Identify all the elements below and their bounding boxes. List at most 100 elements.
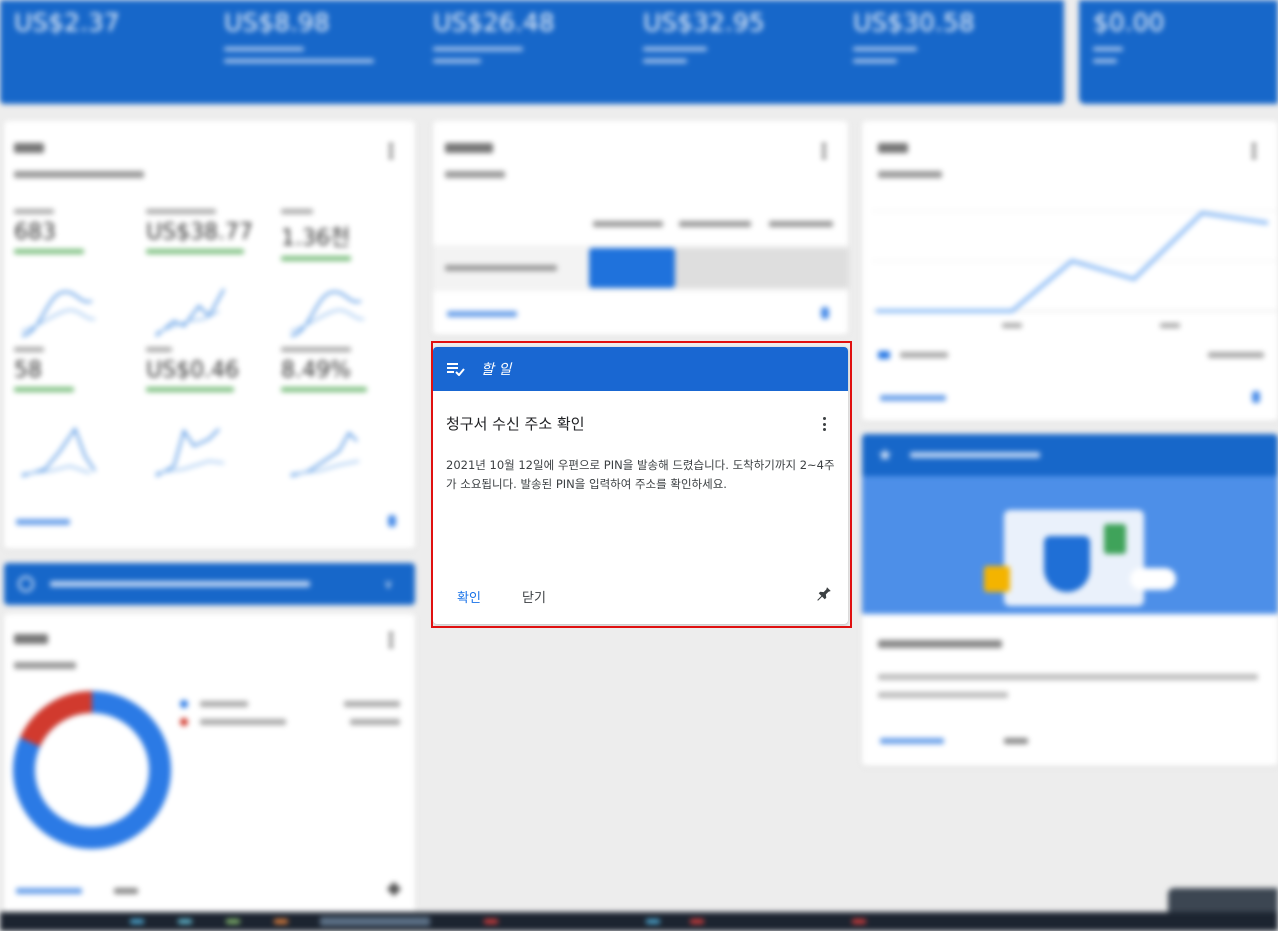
stat-subtext [853, 43, 975, 67]
view-report-link[interactable] [447, 311, 517, 317]
security-illustration [862, 476, 1278, 614]
taskbar-active-window[interactable] [320, 917, 430, 926]
bar-cell [675, 248, 848, 288]
legend-dot-blue [180, 700, 188, 708]
stat-value: US$30.58 [853, 8, 975, 37]
metric-label [146, 209, 216, 214]
date-range-placeholder [14, 171, 144, 178]
site-name [445, 265, 557, 271]
notice-bar[interactable]: ∨ [4, 563, 415, 605]
taskbar-icon[interactable] [484, 919, 498, 924]
stat-value: US$2.37 [14, 8, 120, 37]
metric-5: US$0.46 [146, 347, 239, 392]
security-text [878, 692, 1008, 698]
stat-5: US$30.58 [853, 8, 975, 67]
share-icon[interactable] [1252, 391, 1260, 403]
stat-value: US$32.95 [643, 8, 765, 37]
taskbar-icon[interactable] [274, 919, 288, 924]
x-tick [1002, 323, 1022, 328]
security-header [862, 434, 1278, 476]
card-title-placeholder [445, 143, 493, 153]
metric-value: 8.49% [281, 358, 351, 383]
stat-4: US$32.95 [643, 8, 765, 67]
pin-icon[interactable] [386, 881, 402, 897]
more-vert-icon[interactable] [389, 143, 393, 159]
notice-text [50, 581, 310, 587]
donut-chart [13, 691, 171, 849]
metric-6: 8.49% [281, 347, 367, 392]
legend-value [350, 719, 400, 725]
metric-1: 683 [14, 209, 84, 254]
phone-illustration [1104, 524, 1126, 554]
taskbar-icon[interactable] [646, 919, 660, 924]
stat-value: $0.00 [1093, 8, 1165, 37]
metric-value: US$38.77 [146, 220, 254, 245]
line-chart [872, 210, 1278, 313]
sparkline-5 [155, 428, 225, 477]
taskbar-icon[interactable] [178, 919, 192, 924]
balance-panel: $0.00 [1079, 0, 1278, 104]
legend-value [344, 701, 400, 707]
metric-label [146, 347, 172, 352]
metric-value: 683 [14, 220, 56, 245]
metric-2: US$38.77 [146, 209, 253, 254]
system-tray-popup[interactable] [1168, 888, 1278, 912]
metric-delta [14, 249, 84, 254]
metric-3: 1.36천 [281, 209, 351, 261]
trend-card [862, 121, 1278, 421]
share-icon[interactable] [821, 307, 829, 319]
metric-delta [146, 249, 244, 254]
confirm-link[interactable] [1004, 738, 1028, 744]
metric-4: 58 [14, 347, 74, 392]
metric-value: 1.36천 [281, 226, 351, 251]
bubble-illustration [1130, 568, 1176, 590]
stat-3: US$26.48 [433, 8, 555, 67]
security-card [862, 434, 1278, 766]
sparkline-6 [290, 431, 360, 477]
dismiss-link[interactable] [114, 888, 138, 894]
payments-card [4, 614, 415, 914]
metric-value: US$0.46 [146, 358, 240, 383]
security-text [878, 674, 1258, 680]
stat-value: US$8.98 [224, 8, 330, 37]
learn-more-link[interactable] [880, 738, 944, 744]
view-report-link[interactable] [16, 519, 70, 525]
stat-value: US$26.48 [433, 8, 555, 37]
metric-label [281, 347, 351, 352]
highlight-frame [431, 341, 852, 628]
column-header[interactable] [679, 221, 751, 227]
card-title-placeholder [14, 143, 44, 153]
metric-delta [146, 387, 234, 392]
more-vert-icon[interactable] [389, 632, 393, 648]
share-icon[interactable] [388, 515, 396, 527]
taskbar [0, 888, 1278, 931]
sparkline-3 [290, 290, 365, 337]
taskbar-icon[interactable] [852, 919, 866, 924]
stats-bar: US$2.37 US$8.98 US$26.48 US$32.95 US$30.… [0, 0, 1064, 104]
taskbar-icon[interactable] [226, 919, 240, 924]
metric-delta [14, 387, 74, 392]
more-vert-icon[interactable] [1252, 143, 1256, 159]
stat-1: US$2.37 [14, 8, 120, 37]
star-icon [878, 448, 892, 461]
column-header[interactable] [593, 221, 663, 227]
table-row[interactable] [433, 245, 848, 291]
chevron-down-icon[interactable]: ∨ [384, 577, 393, 591]
taskbar-icon[interactable] [690, 919, 704, 924]
taskbar-icon[interactable] [130, 919, 144, 924]
sparkline-1 [21, 290, 96, 337]
stat-subtext [1093, 43, 1165, 67]
metric-delta [281, 387, 367, 392]
stat-2: US$8.98 [224, 8, 374, 67]
more-vert-icon[interactable] [822, 143, 826, 159]
stat-subtext [433, 43, 555, 67]
metric-label [14, 347, 44, 352]
column-header[interactable] [769, 221, 833, 227]
sites-card [433, 121, 848, 335]
stat-subtext [224, 43, 374, 67]
date-range-placeholder [878, 171, 942, 178]
view-report-link[interactable] [16, 888, 82, 894]
metric-label [281, 209, 313, 214]
view-report-link[interactable] [880, 395, 946, 401]
stat-subtext [643, 43, 765, 67]
